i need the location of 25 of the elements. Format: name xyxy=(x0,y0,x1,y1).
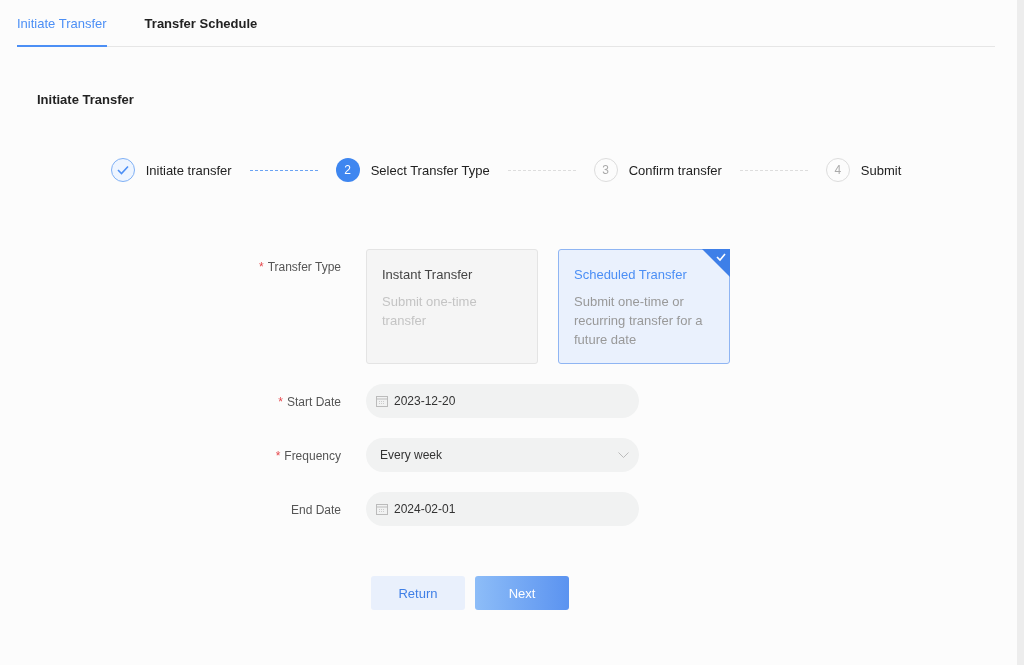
check-icon xyxy=(116,165,129,175)
field-label: Transfer Type xyxy=(267,260,341,274)
field-label: End Date xyxy=(290,503,341,517)
step-label: Submit xyxy=(860,162,902,178)
field-label: Start Date xyxy=(286,395,341,409)
calendar-icon xyxy=(376,503,388,515)
calendar-icon xyxy=(376,395,388,407)
option-description: Submit one-time or recurring transfer for a future date xyxy=(574,293,704,349)
option-title: Instant Transfer xyxy=(382,267,474,282)
select-field[interactable]: Every week xyxy=(366,438,639,472)
date-field[interactable]: 2023-12-20 xyxy=(366,384,639,418)
tab[interactable]: Transfer Schedule xyxy=(144,0,258,47)
chevron-down-icon xyxy=(618,452,629,458)
required-mark: * xyxy=(278,395,283,409)
section-title: Initiate Transfer xyxy=(37,92,135,107)
step-label: Initiate transfer xyxy=(145,162,232,178)
step-indicator: 2 xyxy=(335,158,360,182)
step-label: Select Transfer Type xyxy=(370,162,490,178)
option-title: Scheduled Transfer xyxy=(574,267,688,282)
required-mark: * xyxy=(258,260,264,274)
step-label: Confirm transfer xyxy=(628,162,722,178)
selected-check-icon xyxy=(702,249,730,277)
field-label: Frequency xyxy=(284,449,341,463)
date-field[interactable]: 2024-02-01 xyxy=(366,492,639,526)
required-mark: * xyxy=(275,449,281,463)
